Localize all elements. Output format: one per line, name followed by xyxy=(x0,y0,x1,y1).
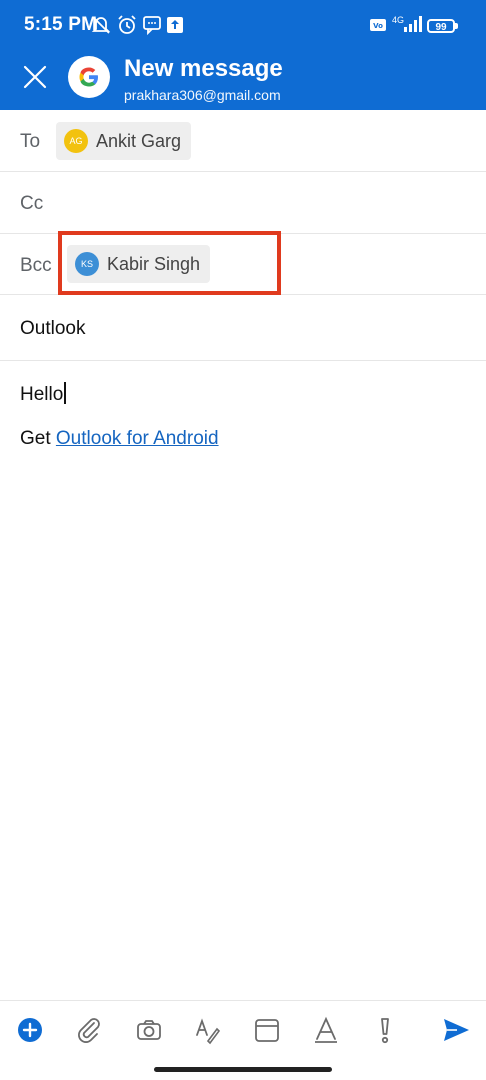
volte-icon: Vo xyxy=(370,19,386,31)
compose-toolbar xyxy=(0,1000,486,1061)
attach-icon[interactable] xyxy=(74,1015,104,1045)
draw-icon[interactable] xyxy=(192,1015,222,1045)
network-type: 4G xyxy=(392,15,405,25)
battery-level: 99 xyxy=(435,22,447,33)
signal-icon xyxy=(404,16,422,32)
signature: Get Outlook for Android xyxy=(20,428,219,450)
message-body[interactable]: Hello xyxy=(20,382,66,406)
status-time: 5:15 PM xyxy=(24,14,98,35)
body-text: Hello xyxy=(20,384,64,405)
google-logo-icon[interactable] xyxy=(68,56,110,98)
to-label: To xyxy=(20,131,41,152)
signature-prefix: Get xyxy=(20,428,51,449)
message-icon xyxy=(143,16,161,36)
battery-icon: 99 xyxy=(427,19,455,33)
recipient-chip-to[interactable]: AG Ankit Garg xyxy=(56,122,192,160)
add-icon[interactable] xyxy=(15,1015,45,1045)
recipient-name: Ankit Garg xyxy=(96,130,182,151)
battery-tip xyxy=(455,23,458,29)
text-cursor xyxy=(64,382,66,404)
status-bar: 5:15 PM Vo 4G 99 xyxy=(0,0,486,50)
importance-icon[interactable] xyxy=(370,1015,400,1045)
page-title: New message xyxy=(124,55,283,82)
upload-icon xyxy=(167,17,183,33)
calendar-icon[interactable] xyxy=(252,1015,282,1045)
highlight-box xyxy=(58,231,281,295)
cc-field[interactable]: Cc xyxy=(0,172,486,234)
account-email[interactable]: prakhara306@gmail.com xyxy=(124,87,281,103)
svg-text:Vo: Vo xyxy=(373,22,383,30)
format-text-icon[interactable] xyxy=(311,1015,341,1045)
close-icon[interactable] xyxy=(22,64,48,90)
top-bar: 5:15 PM Vo 4G 99 New message prakhara306… xyxy=(0,0,486,110)
send-icon[interactable] xyxy=(441,1015,471,1045)
cc-label: Cc xyxy=(20,193,44,214)
signature-link[interactable]: Outlook for Android xyxy=(56,428,219,449)
alarm-icon xyxy=(118,15,136,34)
camera-icon[interactable] xyxy=(134,1015,164,1045)
muted-icon xyxy=(91,16,111,34)
bcc-label: Bcc xyxy=(20,255,52,276)
subject-text[interactable]: Outlook xyxy=(20,318,85,340)
to-field[interactable]: To AG Ankit Garg xyxy=(0,110,486,172)
home-indicator[interactable] xyxy=(154,1067,332,1072)
avatar: AG xyxy=(64,129,88,153)
